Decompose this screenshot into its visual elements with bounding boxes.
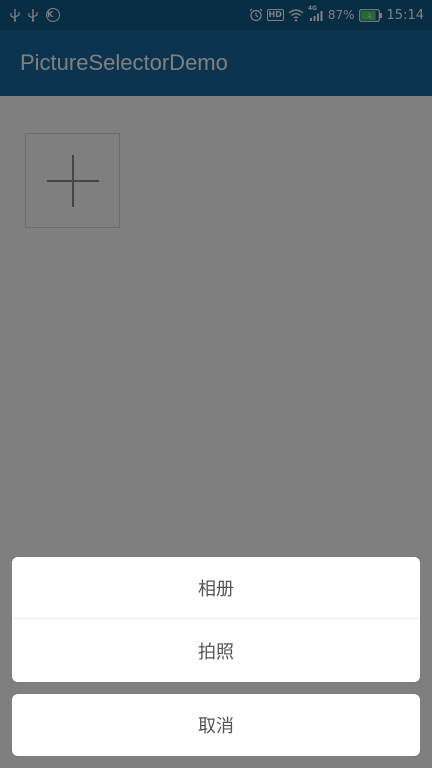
screen: K HD 4G bbox=[0, 0, 432, 768]
album-button[interactable]: 相册 bbox=[12, 557, 420, 619]
action-sheet-options: 相册 拍照 bbox=[12, 557, 420, 682]
cancel-button[interactable]: 取消 bbox=[12, 694, 420, 756]
action-sheet-cancel: 取消 bbox=[12, 694, 420, 756]
camera-button[interactable]: 拍照 bbox=[12, 619, 420, 682]
